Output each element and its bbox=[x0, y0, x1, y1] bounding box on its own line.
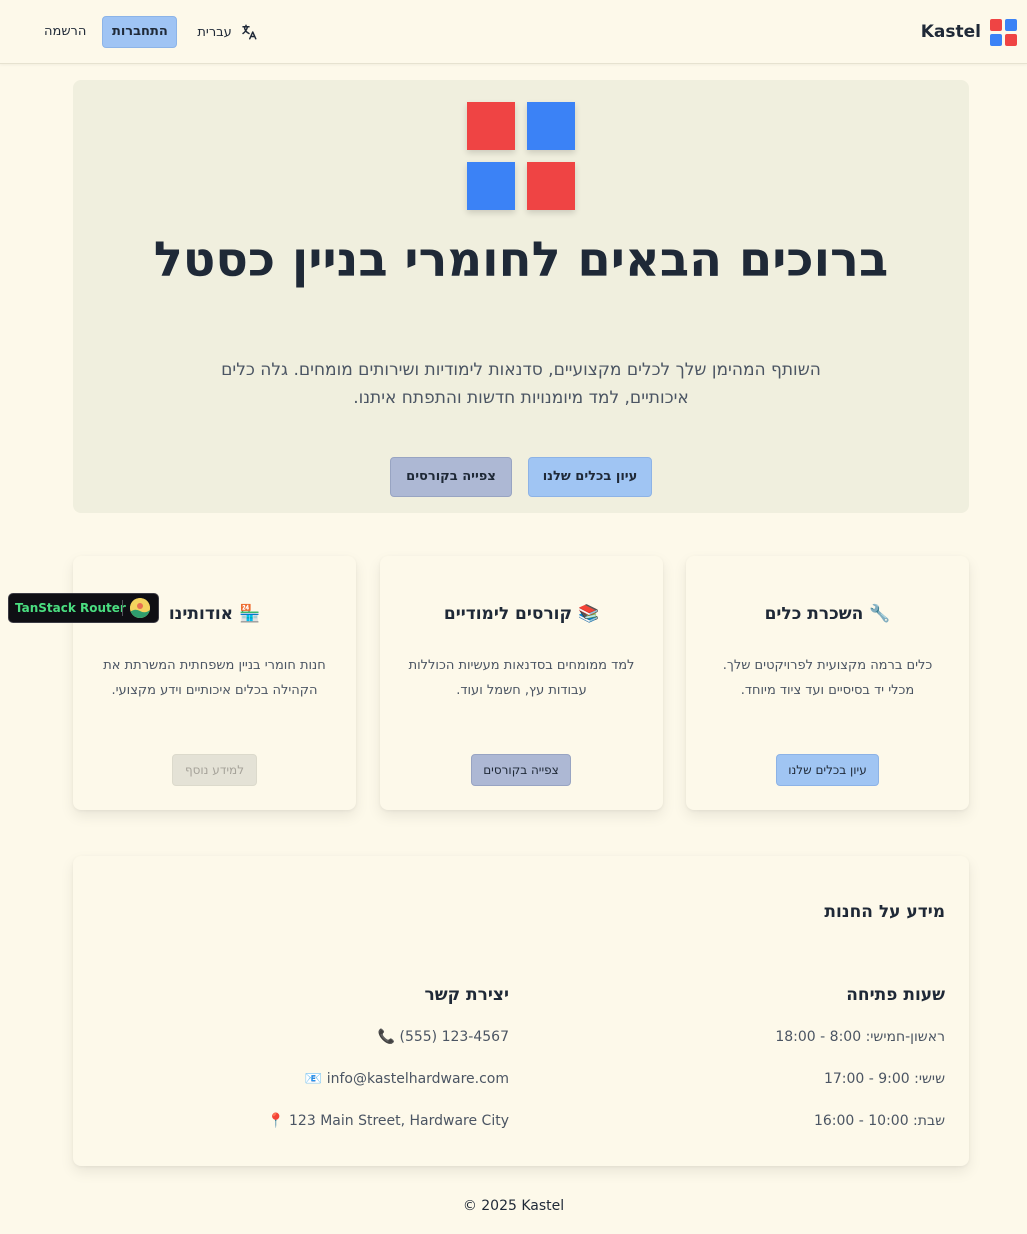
language-label: עברית bbox=[197, 24, 232, 40]
hours-friday: שישי: 9:00 - 17:00 bbox=[823, 1071, 945, 1087]
tool-rental-title: 🔧 השכרת כלים bbox=[764, 604, 891, 624]
login-button[interactable]: התחברות bbox=[102, 16, 178, 48]
top-navbar: Kastel הרשמה התחברות עברית bbox=[0, 0, 1027, 64]
logo-icon bbox=[990, 18, 1017, 46]
contact-info: יצירת קשר 📞 (555) 123-4567 📧 info@kastel… bbox=[209, 984, 509, 1153]
tanstack-logo-icon bbox=[130, 598, 150, 618]
contact-address: 📍 123 Main Street, Hardware City bbox=[209, 1111, 509, 1131]
hero-title: ברוכים הבאים לחומרי בניין כסטל bbox=[153, 232, 889, 288]
brand-name: Kastel bbox=[920, 22, 981, 42]
hero-subtitle: השותף המהימן שלך לכלים מקצועיים, סדנאות … bbox=[221, 360, 821, 408]
hero-section: ברוכים הבאים לחומרי בניין כסטל השותף המה… bbox=[73, 80, 969, 513]
store-info-title: מידע על החנות bbox=[824, 902, 945, 922]
tool-rental-description: כלים ברמה מקצועית לפרויקטים שלך. מכלי יד… bbox=[722, 658, 933, 698]
language-switcher[interactable]: עברית bbox=[197, 16, 257, 48]
register-button[interactable]: הרשמה bbox=[34, 16, 96, 48]
header-actions: הרשמה התחברות עברית bbox=[34, 16, 258, 48]
store-info-section: מידע על החנות שעות פתיחה ראשון-חמישי: 8:… bbox=[73, 856, 969, 1166]
contact-phone: 📞 (555) 123-4567 bbox=[209, 1027, 509, 1047]
courses-description: למד ממומחים בסדנאות מעשיות הכוללות עבודו… bbox=[408, 658, 635, 698]
hero-logo-icon bbox=[467, 102, 575, 210]
tanstack-router-devtools-button[interactable]: TanStack Router bbox=[8, 593, 159, 623]
tool-rental-card: 🔧 השכרת כלים כלים ברמה מקצועית לפרויקטים… bbox=[686, 556, 969, 810]
phone-text: 📞 (555) 123-4567 bbox=[377, 1029, 509, 1045]
copyright-text: © 2025 Kastel bbox=[462, 1198, 565, 1214]
contact-email: 📧 info@kastelhardware.com bbox=[209, 1069, 509, 1089]
courses-card: 📚 קורסים לימודיים למד ממומחים בסדנאות מע… bbox=[380, 556, 663, 810]
hours-weekdays: ראשון-חמישי: 8:00 - 18:00 bbox=[775, 1029, 945, 1045]
tanstack-router-label: TanStack Router bbox=[15, 601, 126, 615]
learn-more-button[interactable]: למידע נוסף bbox=[172, 754, 257, 786]
email-text: 📧 info@kastelhardware.com bbox=[304, 1071, 509, 1087]
address-text: 📍 123 Main Street, Hardware City bbox=[267, 1113, 509, 1129]
footer-copyright: © 2025 Kastel bbox=[0, 1198, 1027, 1214]
translate-icon bbox=[242, 24, 257, 40]
courses-button[interactable]: צפייה בקורסים bbox=[471, 754, 571, 786]
about-description: חנות חומרי בניין משפחתית המשרתת את הקהיל… bbox=[103, 658, 326, 698]
brand-link[interactable]: Kastel bbox=[921, 17, 1017, 47]
hours-saturday: שבת: 10:00 - 16:00 bbox=[813, 1113, 945, 1129]
tool-rental-button[interactable]: עיון בכלים שלנו bbox=[776, 754, 879, 786]
opening-hours: שעות פתיחה ראשון-חמישי: 8:00 - 18:00 שיש… bbox=[645, 984, 945, 1153]
hero-actions: עיון בכלים שלנו צפייה בקורסים bbox=[73, 457, 969, 497]
devtools-divider bbox=[122, 600, 123, 616]
browse-tools-button[interactable]: עיון בכלים שלנו bbox=[528, 457, 652, 497]
contact-title: יצירת קשר bbox=[424, 985, 509, 1005]
view-courses-button[interactable]: צפייה בקורסים bbox=[390, 457, 512, 497]
opening-hours-title: שעות פתיחה bbox=[846, 985, 945, 1005]
courses-title: 📚 קורסים לימודיים bbox=[443, 604, 600, 624]
